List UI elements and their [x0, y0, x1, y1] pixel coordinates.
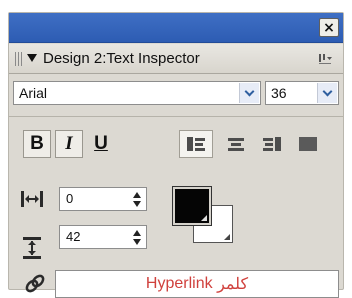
align-center-button[interactable]: [219, 130, 253, 158]
underline-label: U: [94, 133, 108, 154]
panel-title: Design 2:Text Inspector: [43, 50, 200, 67]
options-icon[interactable]: [317, 51, 333, 67]
stepper-down-icon[interactable]: [133, 238, 141, 245]
color-picker-corner-icon: [201, 215, 207, 221]
hyperlink-field[interactable]: Hyperlink كلمر: [55, 270, 339, 298]
chevron-down-icon: [322, 86, 333, 96]
align-justify-icon: [299, 137, 317, 151]
bold-button[interactable]: B: [23, 130, 51, 158]
font-size-value: 36: [271, 85, 287, 101]
palette-titlebar[interactable]: ×: [9, 13, 343, 43]
italic-label: I: [65, 133, 73, 154]
stepper-up-icon[interactable]: [133, 191, 141, 198]
close-icon: ×: [323, 19, 335, 36]
align-center-icon: [227, 137, 245, 151]
section-divider: [9, 116, 343, 117]
hyperlink-value-rtl: كلمر: [217, 276, 249, 293]
collapse-triangle-icon[interactable]: [27, 54, 37, 62]
leading-icon: [19, 236, 45, 260]
underline-button[interactable]: U: [87, 130, 115, 158]
tracking-field[interactable]: 0: [59, 187, 147, 211]
panel-header[interactable]: Design 2:Text Inspector: [9, 44, 343, 74]
stepper-down-icon[interactable]: [133, 200, 141, 207]
chevron-down-icon: [244, 86, 255, 96]
color-picker-corner-icon: [224, 234, 230, 240]
italic-button[interactable]: I: [55, 130, 83, 158]
stepper-up-icon[interactable]: [133, 229, 141, 236]
align-right-icon: [263, 137, 281, 151]
tracking-value: 0: [66, 191, 74, 206]
align-justify-button[interactable]: [291, 130, 325, 158]
text-color-well[interactable]: [172, 186, 212, 226]
align-left-button[interactable]: [179, 130, 213, 158]
leading-field[interactable]: 42: [59, 225, 147, 249]
leading-value: 42: [66, 229, 81, 244]
bold-label: B: [30, 133, 44, 154]
font-size-select[interactable]: 36: [265, 81, 339, 105]
close-button[interactable]: ×: [319, 18, 339, 37]
align-left-icon: [187, 137, 205, 151]
font-size-dropdown-button[interactable]: [317, 83, 337, 103]
hyperlink-value: Hyperlink: [145, 275, 213, 292]
font-family-dropdown-button[interactable]: [239, 83, 259, 103]
leading-stepper[interactable]: [130, 228, 144, 246]
font-family-select[interactable]: Arial: [13, 81, 261, 105]
align-right-button[interactable]: [255, 130, 289, 158]
font-family-value: Arial: [19, 85, 48, 101]
tracking-stepper[interactable]: [130, 190, 144, 208]
drag-grip-icon[interactable]: [15, 52, 23, 66]
link-icon[interactable]: [23, 272, 49, 296]
text-inspector-palette: × Design 2:Text Inspector Arial 36 B I U…: [8, 12, 344, 298]
tracking-icon: [19, 187, 45, 211]
